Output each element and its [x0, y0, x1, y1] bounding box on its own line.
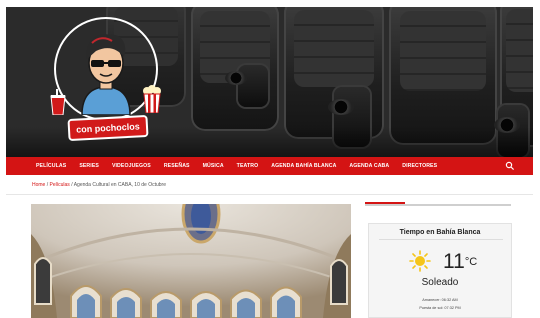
breadcrumb-current: Agenda Cultural en CABA, 10 de Octubre: [73, 182, 166, 188]
temperature-unit: °C: [464, 256, 478, 268]
nav-item-teatro[interactable]: TEATRO: [237, 163, 259, 169]
sunset-time: Puesta de sol: 07:32 PM: [419, 306, 461, 310]
nav-item-videojuegos[interactable]: VIDEOJUEGOS: [112, 163, 151, 169]
sunrise-time: Amanecer: 06:32 AM: [422, 298, 458, 302]
divider: [379, 239, 503, 240]
breadcrumb: Home / Películas / Agenda Cultural en CA…: [32, 182, 166, 188]
nav-item-agenda-caba[interactable]: AGENDA CABA: [349, 163, 389, 169]
nav-item-peliculas[interactable]: PELÍCULAS: [36, 163, 66, 169]
weather-title: Tiempo en Bahía Blanca: [399, 229, 481, 236]
cupholder: [328, 99, 354, 115]
nav-item-agenda-bahia-blanca[interactable]: AGENDA BAHÍA BLANCA: [271, 163, 336, 169]
article-featured-image[interactable]: [31, 204, 351, 318]
armrest: [238, 65, 268, 107]
cupholder: [225, 71, 247, 85]
search-icon[interactable]: [505, 161, 515, 171]
sidebar-widget-header: [365, 198, 511, 206]
breadcrumb-home[interactable]: Home: [32, 182, 45, 188]
theater-dome-image: [31, 204, 351, 318]
sun-icon: [409, 250, 431, 272]
breadcrumb-section[interactable]: Películas: [50, 182, 70, 188]
popcorn-icon: [143, 85, 161, 113]
nav-item-resenas[interactable]: RESEÑAS: [164, 163, 190, 169]
cinema-seat: [389, 7, 497, 145]
mascot-icon: [81, 34, 131, 115]
soda-cup-icon: [50, 89, 66, 115]
nav-item-directores[interactable]: DIRECTORES: [402, 163, 437, 169]
nav-item-series[interactable]: SERIES: [79, 163, 99, 169]
temperature: 11°C: [443, 250, 477, 274]
temperature-value: 11: [443, 250, 465, 273]
divider: [6, 194, 533, 195]
weather-condition: Soleado: [421, 277, 459, 288]
logo-tag[interactable]: con pochoclos: [67, 114, 149, 142]
weather-widget: Tiempo en Bahía Blanca 11°C Soleado Aman…: [368, 223, 512, 318]
header-banner: con pochoclos: [6, 7, 533, 157]
main-nav: PELÍCULAS SERIES VIDEOJUEGOS RESEÑAS MÚS…: [6, 157, 533, 175]
nav-item-musica[interactable]: MÚSICA: [203, 163, 224, 169]
